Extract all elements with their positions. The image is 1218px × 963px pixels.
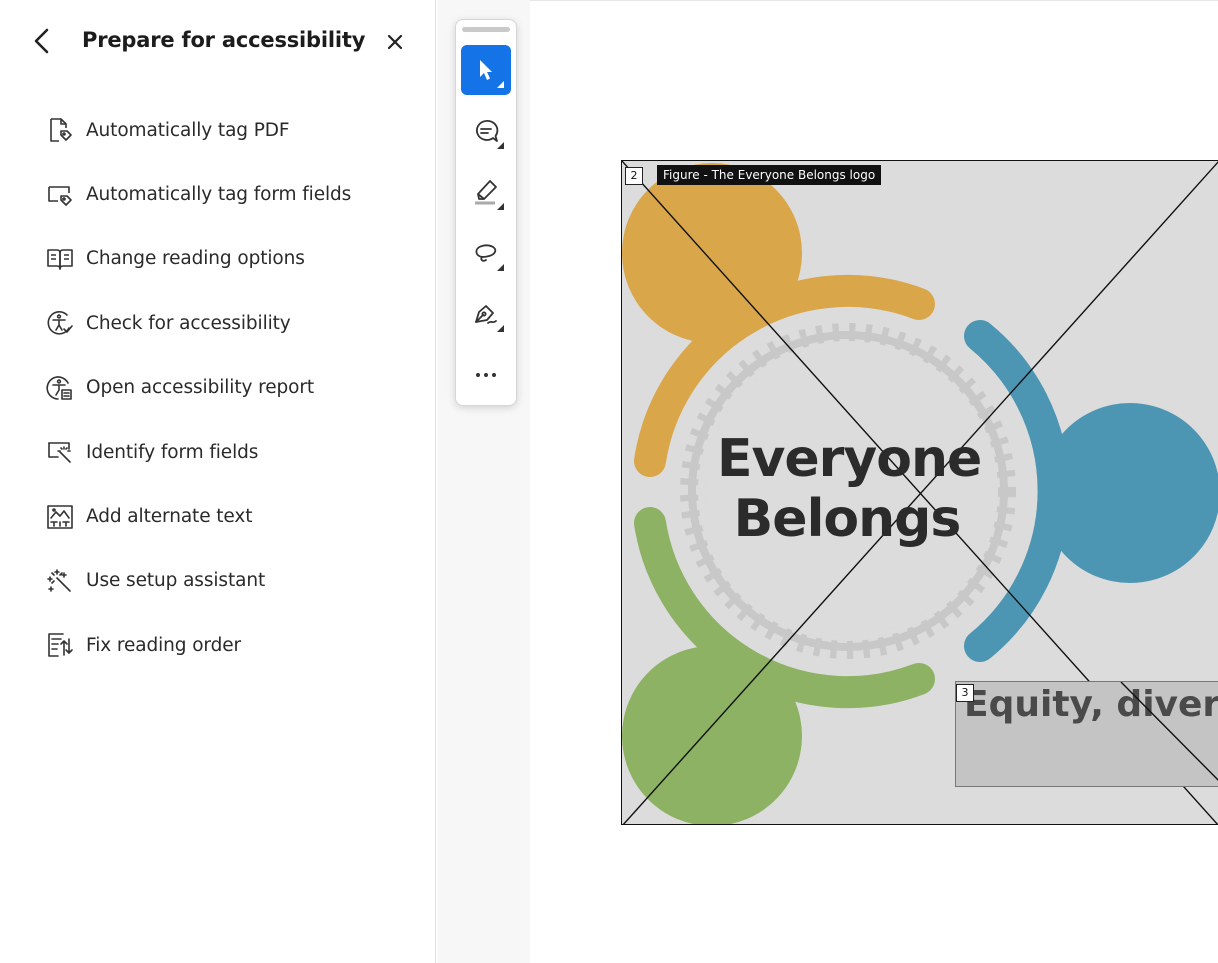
chevron-left-icon (34, 28, 49, 54)
accessibility-panel: Prepare for accessibility Automatically … (0, 0, 436, 963)
alt-text-icon (45, 502, 75, 532)
blue-arm (964, 320, 1070, 662)
tool-label: Add alternate text (86, 506, 253, 528)
comment-icon (476, 120, 499, 142)
text-tag-number: 3 (956, 684, 974, 702)
submenu-indicator (497, 325, 504, 332)
tag-pdf-icon (45, 115, 75, 145)
tool-label: Fix reading order (86, 634, 242, 656)
more-tools-button[interactable] (461, 350, 511, 400)
highlighter-icon (475, 180, 497, 205)
tool-automatically-tag-form-fields[interactable]: Automatically tag form fields (0, 162, 436, 226)
figure-tag-label: Figure - The Everyone Belongs logo (657, 165, 882, 185)
tool-check-for-accessibility[interactable]: Check for accessibility (0, 291, 436, 355)
tool-identify-form-fields[interactable]: Identify form fields (0, 420, 436, 484)
tool-list: Automatically tag PDF Automatically tag … (0, 98, 436, 678)
tool-label: Change reading options (86, 248, 305, 270)
text-block[interactable]: Equity, diversity (955, 681, 1218, 787)
tool-label: Identify form fields (86, 441, 259, 463)
tagged-figure[interactable]: Everyone Belongs Equity, diversity 3 2 F… (621, 160, 1218, 825)
tool-open-accessibility-report[interactable]: Open accessibility report (0, 356, 436, 420)
submenu-indicator (497, 203, 504, 210)
pen-sign-icon (475, 305, 497, 324)
submenu-indicator (497, 142, 504, 149)
book-icon (45, 244, 75, 274)
magic-wand-icon (45, 566, 75, 596)
close-button[interactable] (382, 29, 408, 55)
quick-tools-toolbar (455, 19, 517, 406)
pointer-icon (480, 60, 492, 80)
sign-tool-button[interactable] (461, 289, 511, 339)
back-button[interactable] (28, 26, 58, 56)
tool-change-reading-options[interactable]: Change reading options (0, 227, 436, 291)
more-icon (476, 373, 496, 377)
highlight-tool-button[interactable] (461, 167, 511, 217)
tool-label: Automatically tag form fields (86, 184, 352, 206)
tool-automatically-tag-pdf[interactable]: Automatically tag PDF (0, 98, 436, 162)
figure-tag-number: 2 (625, 167, 643, 185)
accessibility-check-icon (45, 308, 75, 338)
panel-header: Prepare for accessibility (0, 0, 436, 84)
lasso-icon (475, 244, 497, 262)
logo-text-line-1: Everyone (717, 429, 982, 489)
logo-text-line-2: Belongs (733, 489, 962, 549)
submenu-indicator (497, 81, 504, 88)
draw-tool-button[interactable] (461, 228, 511, 278)
comment-tool-button[interactable] (461, 106, 511, 156)
tool-label: Open accessibility report (86, 377, 315, 399)
tool-label: Automatically tag PDF (86, 119, 290, 141)
tool-use-setup-assistant[interactable]: Use setup assistant (0, 549, 436, 613)
identify-form-fields-icon (45, 437, 75, 467)
submenu-indicator (497, 264, 504, 271)
accessibility-report-icon (45, 373, 75, 403)
tool-label: Check for accessibility (86, 312, 291, 334)
close-icon (387, 34, 403, 50)
drag-handle[interactable] (462, 27, 510, 32)
tool-label: Use setup assistant (86, 570, 266, 592)
reading-order-icon (45, 630, 75, 660)
tool-add-alternate-text[interactable]: Add alternate text (0, 484, 436, 548)
select-tool-button[interactable] (461, 45, 511, 95)
panel-title: Prepare for accessibility (82, 28, 366, 52)
tag-form-fields-icon (45, 180, 75, 210)
text-block-cross (1120, 682, 1218, 781)
logo-text: Everyone Belongs (717, 429, 982, 549)
tool-fix-reading-order[interactable]: Fix reading order (0, 613, 436, 677)
